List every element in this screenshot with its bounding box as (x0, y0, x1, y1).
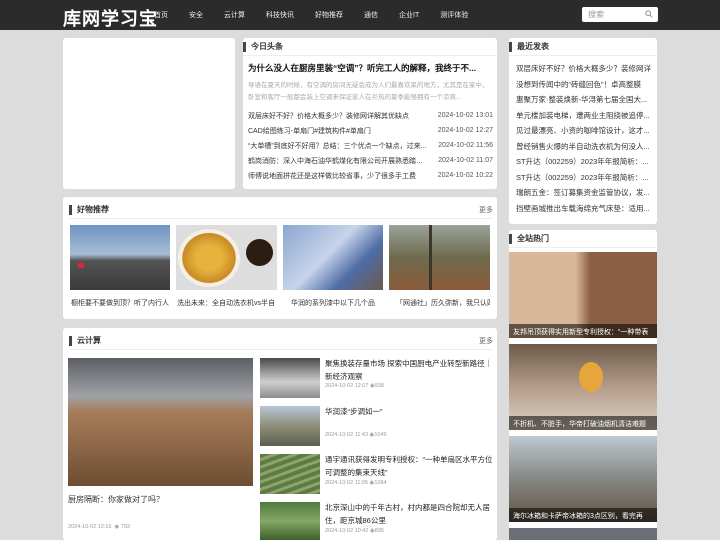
list-item[interactable]: 挡壁画城推出车载海绵充气床垫：适用... (516, 201, 653, 217)
pick-caption[interactable]: 洗出未来：全自动洗衣机vs半自 (177, 298, 277, 308)
list-item[interactable]: 见过最漂亮、小资的咖啡馆设计，这才... (516, 123, 653, 139)
cloud-more-link[interactable]: 更多 (479, 336, 493, 346)
cloud-item-meta: 2024-10-02 12:07 ◉938 (325, 383, 384, 389)
section-marker (509, 233, 512, 244)
list-item[interactable]: 双层床好不好？价格大概多少？装修网详解其优缺点 2024-10-02 13:01 (248, 108, 493, 123)
headline-summary: 导语在夏天的时候，有空调的房间无疑会成为人们最喜欢呆的地方，尤其是在家中，卧室和… (248, 82, 489, 101)
site-logo[interactable]: 库网学习宝 (63, 5, 158, 31)
today-header: 今日头条 (243, 38, 497, 56)
list-item[interactable]: 师傅说地面拼花还是这样做比较省事，少了很多手工费 2024-10-02 10:22 (248, 168, 493, 183)
hot-caption[interactable]: 海尔冰箱和卡萨帝冰箱的3点区别，看完再 (509, 508, 657, 522)
cloud-item-title[interactable]: 聚焦换装存量市场 探索中国厨电产业转型新路径｜新经济观察 (325, 358, 493, 383)
search-icon[interactable] (645, 10, 653, 18)
search-placeholder: 搜索 (588, 10, 604, 19)
section-marker (509, 41, 512, 52)
cloud-thumb[interactable] (260, 454, 320, 494)
cloud-item-meta: 2024-10-02 11:43 ◉1049 (325, 432, 387, 438)
picks-more-link[interactable]: 更多 (479, 205, 493, 215)
pick-image-detail (429, 225, 432, 290)
nav-picks[interactable]: 好物推荐 (315, 10, 343, 20)
latest-heading: 最近发表 (517, 42, 549, 51)
picks-panel: 好物推荐 更多 橱柜要不要做到顶？听了内行人 洗出未来：全自动洗衣机vs半自 华… (63, 197, 497, 319)
pick-image-detail (178, 229, 240, 287)
pick-caption[interactable]: 华润的系列漆中以下几个品 (291, 298, 383, 308)
cloud-header: 云计算 更多 (69, 332, 493, 350)
hot-image[interactable]: 不折机、不脏手，华帝打破油烟机清洁难题 (509, 344, 657, 430)
pick-image[interactable] (389, 225, 490, 290)
hot-image-detail (579, 362, 603, 392)
cloud-thumb[interactable] (260, 358, 320, 398)
section-marker (69, 204, 72, 215)
cloud-thumb[interactable] (260, 406, 320, 446)
nav-home[interactable]: 首页 (154, 10, 168, 20)
list-item[interactable]: ST升达（002259）2023年年报简析：... (516, 154, 653, 170)
list-item[interactable]: 惠聚万家·整装焕新-华浔第七届全国大... (516, 92, 653, 108)
hot-caption[interactable]: 不折机、不脏手，华帝打破油烟机清洁难题 (509, 416, 657, 430)
search-input[interactable]: 搜索 (582, 7, 658, 22)
latest-posts-panel: 最近发表 双层床好不好？价格大概多少？装修网详 没想到传闻中的“砖缝回色”！卓高… (509, 38, 657, 224)
image-watermark (201, 458, 241, 478)
nav-telecom[interactable]: 通信 (364, 10, 378, 20)
list-item[interactable]: 鹤岗消防：深入中海石油华鹤煤化有限公司开展熟悉踏查... 2024-10-02 1… (248, 153, 493, 168)
cloud-item-title[interactable]: 通宇通讯获得发明专利授权：“一种单扇区水平方位可调整的集束天线” (325, 454, 493, 479)
latest-header: 最近发表 (509, 38, 657, 56)
cloud-main-image[interactable] (68, 358, 253, 486)
list-item[interactable]: CAD绘图练习-单扇门#建筑构件#单扇门 2024-10-02 12:27 (248, 123, 493, 138)
picks-header: 好物推荐 更多 (69, 201, 493, 219)
cloud-item-title[interactable]: 华润漆“步调如一” (325, 406, 493, 419)
today-heading: 今日头条 (251, 42, 283, 51)
cloud-item-meta: 2024-10-02 11:05 ◉1084 (325, 480, 387, 486)
pick-image[interactable] (70, 225, 170, 290)
list-item[interactable]: ST升达（002259）2023年年报简析：... (516, 170, 653, 186)
hot-image[interactable]: 友邦吊顶获得实用新型专利授权：“一种带表 (509, 252, 657, 338)
list-item[interactable]: 曾经销售火爆的半自动洗衣机为何没人... (516, 139, 653, 155)
pick-caption[interactable]: 「网通社」历久弥新，我只认四 (396, 298, 490, 308)
featured-carousel[interactable] (63, 38, 235, 189)
nav-tech-news[interactable]: 科技快讯 (266, 10, 294, 20)
main-nav: 首页 安全 云计算 科技快讯 好物推荐 通信 企业IT 测评体验 (154, 0, 489, 30)
hot-caption[interactable]: 友邦吊顶获得实用新型专利授权：“一种带表 (509, 324, 657, 338)
pick-caption[interactable]: 橱柜要不要做到顶？听了内行人 (71, 298, 171, 308)
headline-list: 双层床好不好？价格大概多少？装修网详解其优缺点 2024-10-02 13:01 … (248, 108, 493, 183)
list-item[interactable]: 没想到传闻中的“砖缝回色”！卓高整膜 (516, 77, 653, 93)
section-marker (69, 335, 72, 346)
picks-heading: 好物推荐 (77, 205, 109, 214)
latest-list: 双层床好不好？价格大概多少？装修网详 没想到传闻中的“砖缝回色”！卓高整膜 惠聚… (516, 61, 653, 216)
pick-image[interactable] (176, 225, 277, 290)
hot-image[interactable]: 海尔冰箱和卡萨帝冰箱的3点区别，看完再 (509, 436, 657, 522)
hot-panel: 全站热门 友邦吊顶获得实用新型专利授权：“一种带表 不折机、不脏手，华帝打破油烟… (509, 230, 657, 540)
list-item[interactable]: 双层床好不好？价格大概多少？装修网详 (516, 61, 653, 77)
today-headlines-panel: 今日头条 为什么没人在厨房里装“空调”？听完工人的解释，我终于不... 导语在夏… (243, 38, 497, 189)
cloud-item-meta: 2024-10-02 10:42 ◉895 (325, 528, 384, 534)
nav-cloud[interactable]: 云计算 (224, 10, 245, 20)
nav-security[interactable]: 安全 (189, 10, 203, 20)
cloud-item-title[interactable]: 北京深山中的千年古村，村内都是四合院却无人居住，距京城86公里 (325, 502, 493, 527)
cloud-heading: 云计算 (77, 336, 101, 345)
nav-enterprise-it[interactable]: 企业IT (399, 10, 419, 20)
hot-image[interactable] (509, 528, 657, 540)
cloud-panel: 云计算 更多 厨房隔断：你家做对了吗？ 2024-10-02 12:16 ◉ 7… (63, 328, 497, 540)
cloud-main-title[interactable]: 厨房隔断：你家做对了吗？ (68, 494, 164, 505)
list-item[interactable]: “大单槽”到底好不好用？总结：三个优点一个缺点，过来... 2024-10-02 … (248, 138, 493, 153)
pick-image-detail (78, 263, 84, 268)
cloud-main-meta: 2024-10-02 12:16 ◉ 792 (68, 524, 131, 530)
hot-heading: 全站热门 (517, 234, 549, 243)
section-marker (243, 41, 246, 52)
pick-image-detail (246, 239, 273, 266)
top-navbar: 库网学习宝 首页 安全 云计算 科技快讯 好物推荐 通信 企业IT 测评体验 搜… (0, 0, 720, 30)
pick-image[interactable] (283, 225, 383, 290)
list-item[interactable]: 瑞朗五金：签订募集资金监管协议，发... (516, 185, 653, 201)
hot-header: 全站热门 (509, 230, 657, 248)
headline-title[interactable]: 为什么没人在厨房里装“空调”？听完工人的解释，我终于不... (248, 62, 492, 74)
cloud-thumb[interactable] (260, 502, 320, 540)
nav-reviews[interactable]: 测评体验 (440, 10, 468, 20)
list-item[interactable]: 单元楼加装电梯，遭两业主阻挠被追停... (516, 108, 653, 124)
